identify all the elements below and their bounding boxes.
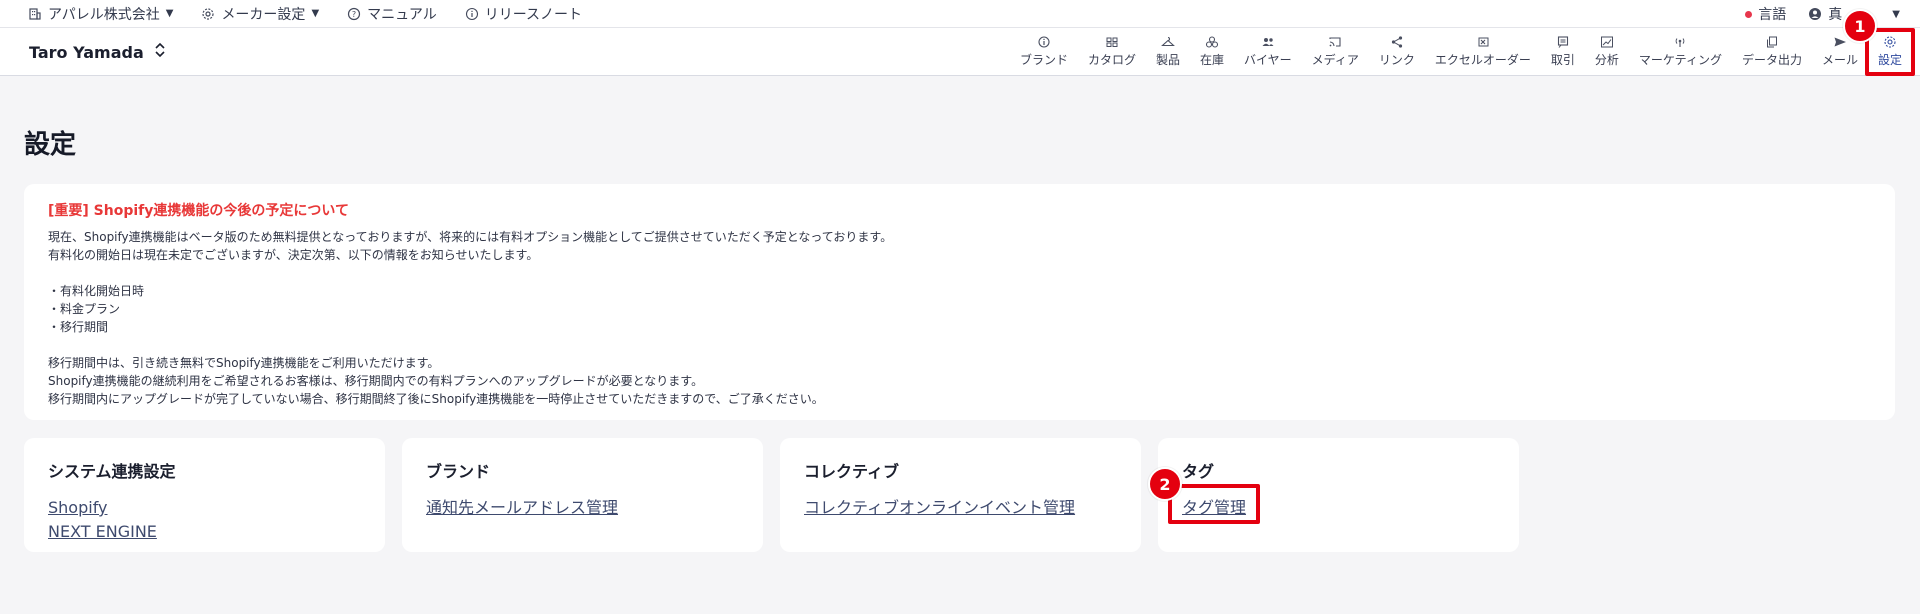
manual-label: マニュアル [367, 6, 437, 23]
nav-stock[interactable]: 在庫 [1190, 34, 1234, 70]
notice-line: ・料金プラン [48, 302, 121, 316]
main-nav-bar: Taro Yamada ブランド カタログ 製品 在庫 バイヤー メディア リン… [0, 28, 1920, 76]
nav-brand[interactable]: ブランド [1010, 34, 1078, 70]
account-name: Taro Yamada [29, 42, 144, 62]
nav-label: データ出力 [1741, 53, 1802, 67]
notice-line [48, 264, 1871, 282]
nav-label: バイヤー [1244, 53, 1292, 67]
nav-products[interactable]: 製品 [1146, 34, 1190, 70]
user-short-name: 真 [1828, 7, 1843, 23]
info-icon [465, 7, 479, 21]
building-icon [28, 7, 42, 21]
release-notes-label: リリースノート [484, 6, 583, 23]
company-name: アパレル株式会社 [48, 6, 160, 23]
user-avatar-icon [1808, 7, 1822, 21]
step-badge-2: 2 [1148, 467, 1182, 501]
notice-line: 移行期間中は、引き続き無料でShopify連携機能をご利用いただけます。 [48, 356, 440, 370]
transaction-icon [1556, 34, 1570, 48]
stock-icon [1205, 34, 1219, 48]
notice-line: 移行期間内にアップグレードが完了していない場合、移行期間終了後にShopify連… [48, 392, 824, 406]
maker-settings-label: メーカー設定 [221, 6, 306, 23]
nav-label: カタログ [1087, 53, 1136, 67]
chart-icon [1600, 34, 1614, 48]
caret-down-icon: ▼ [165, 8, 174, 19]
link-next-engine[interactable]: NEXT ENGINE [48, 520, 361, 544]
nav-label: 分析 [1594, 53, 1619, 67]
nav-data-export[interactable]: データ出力 [1732, 34, 1812, 70]
nav-label: メディア [1311, 53, 1359, 67]
manual-link[interactable]: ? マニュアル [347, 4, 437, 24]
nav-label: ブランド [1019, 53, 1068, 67]
notice-line [48, 336, 1871, 354]
nav-catalog[interactable]: カタログ [1078, 34, 1146, 70]
caret-down-icon: ▼ [1892, 8, 1900, 20]
hanger-icon [1161, 34, 1175, 48]
notice-line: Shopify連携機能の継続利用をご希望されるお客様は、移行期間内での有料プラン… [48, 374, 704, 388]
link-shopify[interactable]: Shopify [48, 496, 361, 520]
card-title: コレクティブ [804, 462, 900, 481]
card-system-integration: システム連携設定 Shopify NEXT ENGINE [24, 438, 385, 552]
nav-analytics[interactable]: 分析 [1585, 34, 1629, 70]
card-collective: コレクティブ コレクティブオンラインイベント管理 [780, 438, 1141, 552]
notice-line: ・移行期間 [48, 320, 109, 334]
step-badge-1: 1 [1843, 9, 1877, 43]
nav-transactions[interactable]: 取引 [1541, 34, 1585, 70]
shopify-notice: [重要] Shopify連携機能の今後の予定について 現在、Shopify連携機… [24, 184, 1895, 420]
highlight-tag-management [1168, 484, 1260, 524]
link-collective-online-event[interactable]: コレクティブオンラインイベント管理 [804, 496, 1117, 520]
nav-marketing[interactable]: マーケティング [1629, 34, 1732, 70]
notice-line: 現在、Shopify連携機能はベータ版のため無料提供となっておりますが、将来的に… [48, 230, 893, 244]
notice-line: 有料化の開始日は現在未定でございますが、決定次第、以下の情報をお知らせいたします… [48, 248, 539, 262]
language-label: 言語 [1758, 7, 1787, 23]
chevron-up-down-icon [154, 42, 166, 62]
company-menu[interactable]: アパレル株式会社 ▼ [28, 4, 173, 24]
nav-label: マーケティング [1638, 53, 1722, 67]
copy-icon [1765, 34, 1779, 48]
send-icon [1833, 34, 1847, 48]
nav-buyers[interactable]: バイヤー [1234, 34, 1302, 70]
maker-settings-menu[interactable]: メーカー設定 ▼ [201, 4, 319, 24]
info-icon [1037, 34, 1051, 48]
card-title: タグ [1182, 462, 1215, 481]
gear-icon [201, 7, 215, 21]
svg-text:?: ? [352, 10, 356, 19]
catalog-icon [1105, 34, 1119, 48]
nav-label: 在庫 [1200, 53, 1225, 67]
nav-label: メール [1821, 53, 1858, 67]
nav-label: リンク [1378, 53, 1415, 67]
language-flag-icon [1745, 10, 1753, 18]
broadcast-icon [1673, 34, 1687, 48]
nav-label: エクセルオーダー [1434, 53, 1531, 67]
nav-label: 取引 [1550, 53, 1575, 67]
top-bar: アパレル株式会社 ▼ メーカー設定 ▼ ? マニュアル リリースノート 言語 真… [0, 0, 1920, 28]
card-title: ブランド [426, 462, 491, 481]
card-title: システム連携設定 [48, 462, 176, 481]
nav-link[interactable]: リンク [1369, 34, 1425, 70]
help-icon: ? [347, 7, 361, 21]
nav-media[interactable]: メディア [1302, 34, 1369, 70]
page-title: 設定 [24, 130, 77, 160]
card-brand: ブランド 通知先メールアドレス管理 [402, 438, 763, 552]
release-notes-link[interactable]: リリースノート [465, 4, 582, 24]
buyers-icon [1261, 34, 1275, 48]
cast-icon [1328, 34, 1342, 48]
caret-down-icon: ▼ [311, 8, 320, 19]
nav-label: 製品 [1156, 53, 1181, 67]
nav-items: ブランド カタログ 製品 在庫 バイヤー メディア リンク エクセルオーダー 取… [1010, 34, 1912, 70]
excel-icon [1476, 34, 1490, 48]
language-menu[interactable]: 言語 [1745, 4, 1786, 24]
link-notification-email[interactable]: 通知先メールアドレス管理 [426, 496, 739, 520]
notice-line: ・有料化開始日時 [48, 284, 145, 298]
notice-title: [重要] Shopify連携機能の今後の予定について [48, 203, 349, 219]
share-icon [1390, 34, 1404, 48]
account-switcher[interactable]: Taro Yamada [29, 42, 166, 62]
nav-excel-order[interactable]: エクセルオーダー [1425, 34, 1541, 70]
